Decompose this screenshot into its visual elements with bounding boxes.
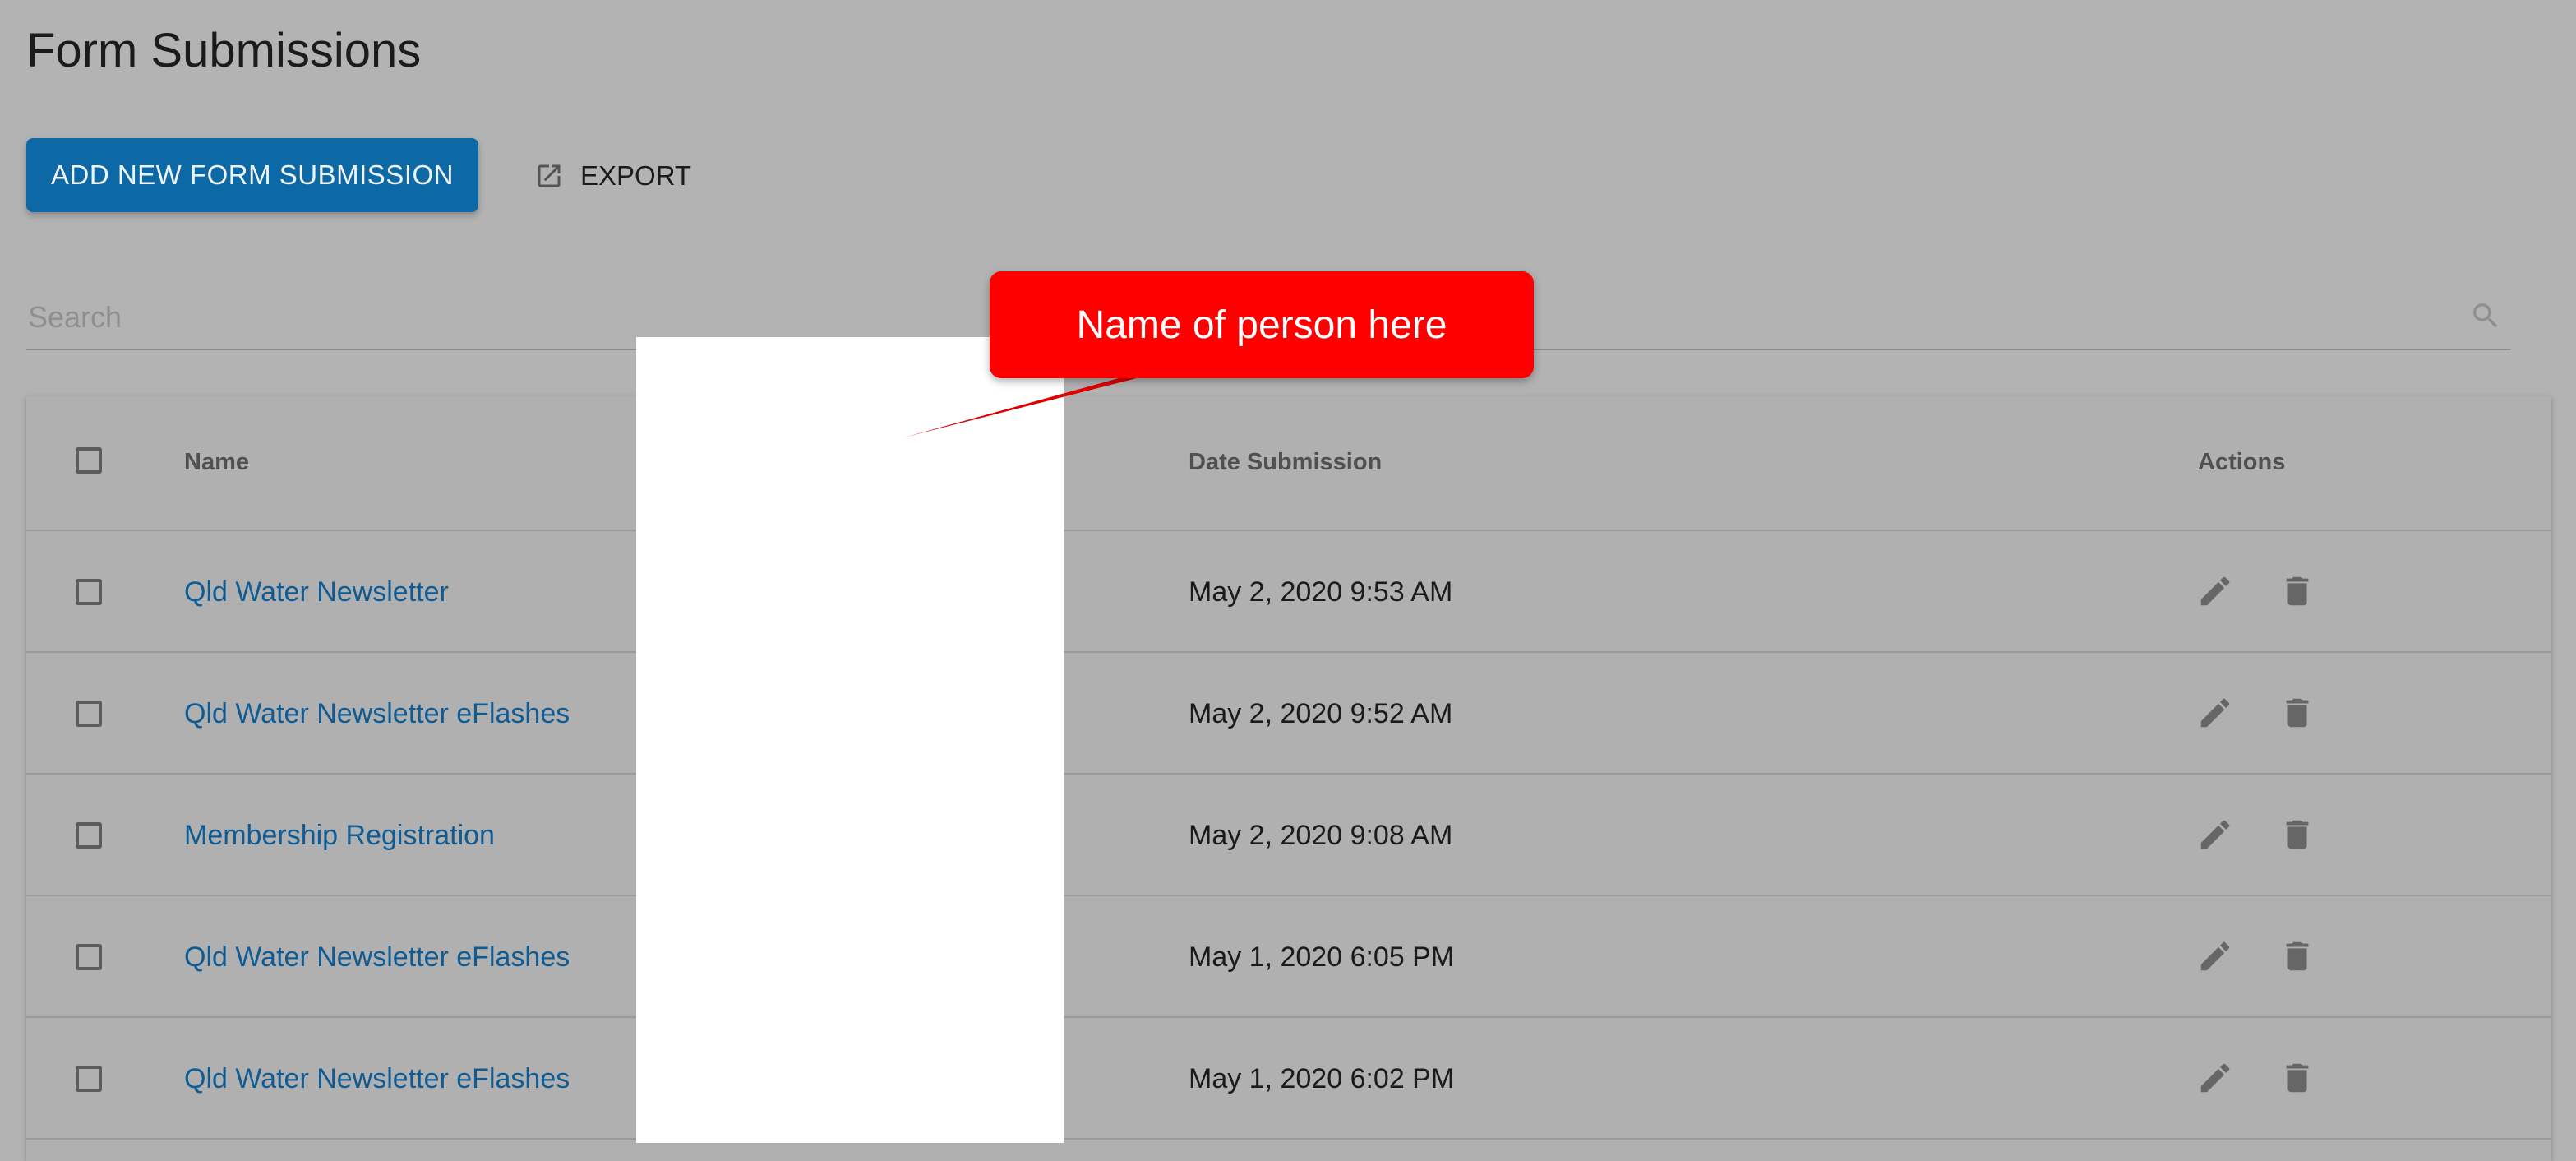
trash-icon[interactable] bbox=[2278, 572, 2316, 610]
column-header-name[interactable]: Name bbox=[184, 449, 249, 476]
submission-name-link[interactable]: Qld Water Newsletter eFlashes bbox=[184, 941, 570, 974]
column-header-date-submission[interactable]: Date Submission bbox=[1189, 449, 1382, 476]
table-row: Qld Water Newsletter eFlashes May 2, 202… bbox=[26, 653, 2551, 775]
submission-name-link[interactable]: Qld Water Newsletter eFlashes bbox=[184, 1063, 570, 1095]
pencil-icon[interactable] bbox=[2196, 816, 2234, 853]
submission-date: May 2, 2020 9:52 AM bbox=[1189, 698, 1453, 729]
pencil-icon[interactable] bbox=[2196, 937, 2234, 975]
row-checkbox[interactable] bbox=[76, 1066, 102, 1092]
table-row: Qld Water Newsletter May 2, 2020 9:53 AM bbox=[26, 531, 2551, 653]
pencil-icon[interactable] bbox=[2196, 694, 2234, 732]
table-row: Qld Water Newsletter eFlashes May 1, 202… bbox=[26, 1018, 2551, 1140]
pencil-icon[interactable] bbox=[2196, 1059, 2234, 1097]
trash-icon[interactable] bbox=[2278, 937, 2316, 975]
export-label: EXPORT bbox=[580, 160, 692, 191]
table-row: Qld Water Newsletter eFlashes May 1, 202… bbox=[26, 896, 2551, 1018]
page-title: Form Submissions bbox=[26, 24, 422, 77]
annotation-callout: Name of person here bbox=[990, 271, 1534, 378]
select-all-checkbox[interactable] bbox=[76, 447, 102, 474]
submission-name-link[interactable]: Qld Water Newsletter eFlashes bbox=[184, 698, 570, 730]
submission-name-link[interactable]: Membership Registration bbox=[184, 820, 495, 852]
open-in-new-icon bbox=[538, 164, 561, 187]
row-checkbox[interactable] bbox=[76, 822, 102, 849]
search-icon[interactable] bbox=[2469, 299, 2502, 332]
table-header-row: Name Date Submission Actions bbox=[26, 396, 2551, 531]
submission-date: May 1, 2020 6:02 PM bbox=[1189, 1063, 1455, 1094]
pencil-icon[interactable] bbox=[2196, 572, 2234, 610]
export-button[interactable]: EXPORT bbox=[534, 148, 691, 204]
trash-icon[interactable] bbox=[2278, 816, 2316, 853]
row-checkbox[interactable] bbox=[76, 944, 102, 970]
trash-icon[interactable] bbox=[2278, 1059, 2316, 1097]
submission-date: May 2, 2020 9:08 AM bbox=[1189, 820, 1453, 851]
table-row: Membership Registration May 2, 2020 9:08… bbox=[26, 775, 2551, 896]
submission-name-link[interactable]: Qld Water Newsletter bbox=[184, 576, 449, 608]
row-checkbox[interactable] bbox=[76, 579, 102, 605]
highlighted-name-column bbox=[636, 337, 1064, 1143]
trash-icon[interactable] bbox=[2278, 694, 2316, 732]
submissions-table: Name Date Submission Actions Qld Water N… bbox=[26, 396, 2551, 1161]
submission-date: May 1, 2020 6:05 PM bbox=[1189, 941, 1455, 973]
submission-date: May 2, 2020 9:53 AM bbox=[1189, 576, 1453, 608]
add-new-form-submission-button[interactable]: ADD NEW FORM SUBMISSION bbox=[26, 138, 478, 212]
column-header-actions: Actions bbox=[2198, 449, 2286, 475]
row-checkbox[interactable] bbox=[76, 701, 102, 727]
